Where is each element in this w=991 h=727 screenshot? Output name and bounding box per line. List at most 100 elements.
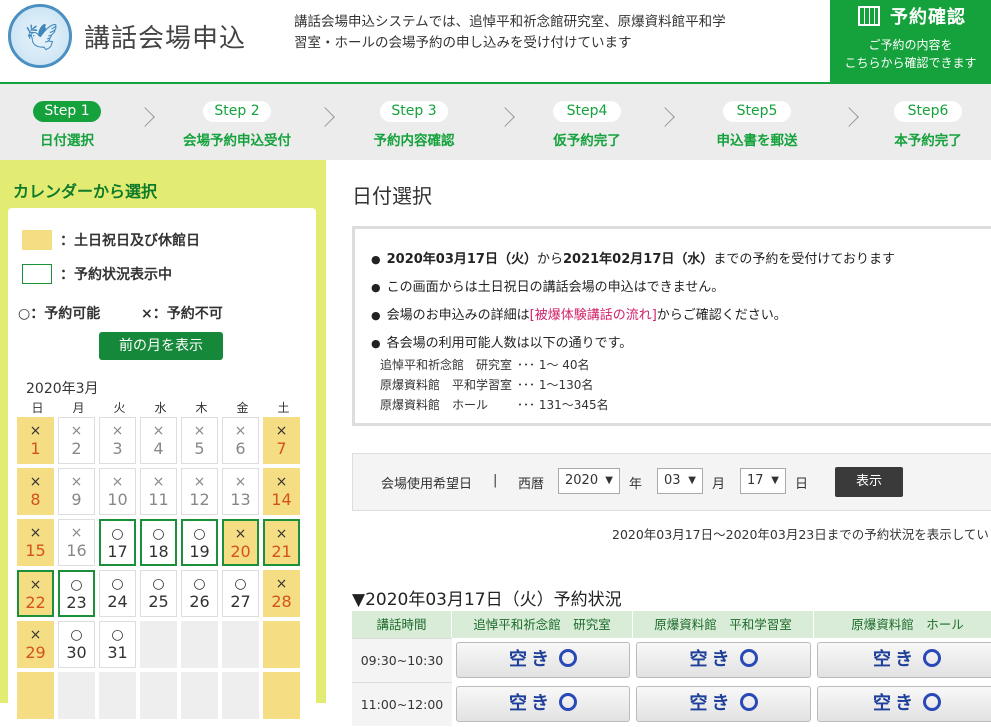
- reservation-confirm-button[interactable]: 予約確認 ご予約の内容を こちらから確認できます: [830, 0, 991, 82]
- month-select[interactable]: 03 ▼: [657, 468, 703, 494]
- weekday-header: 火: [113, 401, 126, 415]
- calendar-day[interactable]: × 13: [222, 468, 259, 515]
- calendar-day[interactable]: × 8: [17, 468, 54, 515]
- time-slot-label: 11:00~12:00: [352, 682, 452, 726]
- calendar-day[interactable]: × 20: [222, 519, 259, 566]
- calendar-day[interactable]: × 11: [140, 468, 177, 515]
- legend-holiday-text: ：土日祝日及び休館日: [60, 233, 200, 249]
- slot-label: 空き: [689, 693, 734, 714]
- calendar-day[interactable]: × 4: [140, 417, 177, 464]
- info-box: 2020年03月17日（火）から2021年02月17日（水）までの予約を受付けて…: [352, 226, 991, 426]
- calendar-day[interactable]: ○ 31: [99, 621, 136, 668]
- calendar-day[interactable]: × 14: [263, 468, 300, 515]
- chevron-down-icon: ▼: [771, 475, 779, 486]
- day-number: 19: [189, 542, 210, 561]
- calendar-icon: [858, 6, 880, 26]
- day-number: 1: [30, 439, 41, 458]
- calendar-day[interactable]: × 12: [181, 468, 218, 515]
- calendar-empty-cell: [140, 672, 177, 719]
- calendar-day[interactable]: × 2: [58, 417, 95, 464]
- calendar-empty-cell: [181, 621, 218, 668]
- availability-slot-button[interactable]: 空き: [817, 642, 991, 678]
- day-number: 8: [30, 490, 41, 509]
- availability-slot-button[interactable]: 空き: [456, 686, 630, 722]
- calendar-day[interactable]: ○ 26: [181, 570, 218, 617]
- availability-mark: ×: [193, 474, 206, 490]
- calendar-day[interactable]: ○ 30: [58, 621, 95, 668]
- calendar-day[interactable]: ○ 17: [99, 519, 136, 566]
- weekday-header: 土: [277, 401, 290, 415]
- day-number: 28: [271, 592, 292, 611]
- table-header: 原爆資料館 ホール: [814, 611, 991, 638]
- end-date: 2021年02月17日（水）: [563, 252, 714, 267]
- prev-month-button[interactable]: 前の月を表示: [99, 332, 223, 360]
- availability-mark: ×: [111, 423, 124, 439]
- availability-slot-button[interactable]: 空き: [636, 642, 811, 678]
- dove-icon: 🕊: [25, 23, 59, 53]
- calendar-day[interactable]: × 21: [263, 519, 300, 566]
- calendar-empty-cell: [58, 672, 95, 719]
- day-number: 16: [66, 541, 87, 560]
- calendar-empty-cell: [263, 672, 300, 719]
- calendar-day[interactable]: ○ 23: [58, 570, 95, 617]
- year-select[interactable]: 2020 ▼: [558, 468, 620, 494]
- calendar-day[interactable]: × 28: [263, 570, 300, 617]
- day-number: 24: [107, 592, 128, 611]
- availability-mark: ○: [111, 576, 124, 592]
- calendar-day[interactable]: × 6: [222, 417, 259, 464]
- info-l3-tail: からご確認ください。: [656, 308, 787, 323]
- calendar-day[interactable]: ○ 19: [181, 519, 218, 566]
- availability-slot-button[interactable]: 空き: [817, 686, 991, 722]
- day-number: 31: [107, 643, 128, 662]
- day-number: 23: [66, 593, 87, 612]
- weekday-header: 水: [154, 401, 167, 415]
- day-number: 7: [276, 439, 287, 458]
- step-number: Step 2: [203, 101, 271, 122]
- capacity-name: 原爆資料館 平和学習室: [380, 378, 513, 392]
- calendar-day[interactable]: × 1: [17, 417, 54, 464]
- day-number: 5: [194, 439, 205, 458]
- date-form: 会場使用希望日 | 西暦 2020 ▼ 年 03 ▼ 月 17 ▼ 日 表示: [352, 453, 991, 511]
- day-select[interactable]: 17 ▼: [740, 468, 786, 494]
- day-number: 2: [71, 439, 82, 458]
- available-circle-icon: [923, 649, 941, 667]
- table-header: 講話時間: [352, 611, 452, 638]
- slot-label: 空き: [689, 649, 734, 670]
- availability-slot-button[interactable]: 空き: [636, 686, 811, 722]
- capacity-count: ･･･ 1～130名: [517, 378, 594, 392]
- range-note: 2020年03月17日～2020年03月23日までの予約状況を表示しています: [612, 527, 991, 542]
- slot-label: 空き: [873, 649, 917, 670]
- calendar-day[interactable]: × 9: [58, 468, 95, 515]
- legend-current-text: ：予約状況表示中: [60, 267, 172, 283]
- availability-mark: ×: [70, 423, 83, 439]
- calendar-day[interactable]: × 7: [263, 417, 300, 464]
- lecture-flow-link[interactable]: [被爆体験講話の流れ]: [530, 308, 657, 323]
- site-logo[interactable]: 🕊: [8, 4, 72, 68]
- show-button[interactable]: 表示: [835, 467, 903, 497]
- calendar-day[interactable]: × 22: [17, 570, 54, 617]
- availability-slot-button[interactable]: 空き: [456, 642, 630, 678]
- calendar-day[interactable]: ○ 18: [140, 519, 177, 566]
- day-number: 18: [148, 542, 169, 561]
- calendar-day[interactable]: × 5: [181, 417, 218, 464]
- calendar-day[interactable]: × 15: [17, 519, 54, 566]
- calendar-day[interactable]: ○ 24: [99, 570, 136, 617]
- day-number: 29: [25, 643, 46, 662]
- calendar-day[interactable]: ○ 25: [140, 570, 177, 617]
- calendar-empty-cell: [222, 621, 259, 668]
- calendar-empty-cell: [99, 672, 136, 719]
- calendar-day[interactable]: × 16: [58, 519, 95, 566]
- day-number: 17: [107, 542, 128, 561]
- calendar-day[interactable]: × 29: [17, 621, 54, 668]
- step-number: Step5: [723, 101, 791, 122]
- calendar-day[interactable]: × 3: [99, 417, 136, 464]
- capacity-count: ･･･ 1～ 40名: [517, 358, 590, 372]
- availability-mark: ×: [275, 576, 288, 592]
- calendar-day[interactable]: × 10: [99, 468, 136, 515]
- info-from-text: から: [536, 252, 563, 267]
- availability-mark: ○: [152, 526, 165, 542]
- day-number: 15: [25, 541, 46, 560]
- calendar-empty-cell: [263, 621, 300, 668]
- calendar-day[interactable]: ○ 27: [222, 570, 259, 617]
- date-form-separator: |: [493, 473, 498, 488]
